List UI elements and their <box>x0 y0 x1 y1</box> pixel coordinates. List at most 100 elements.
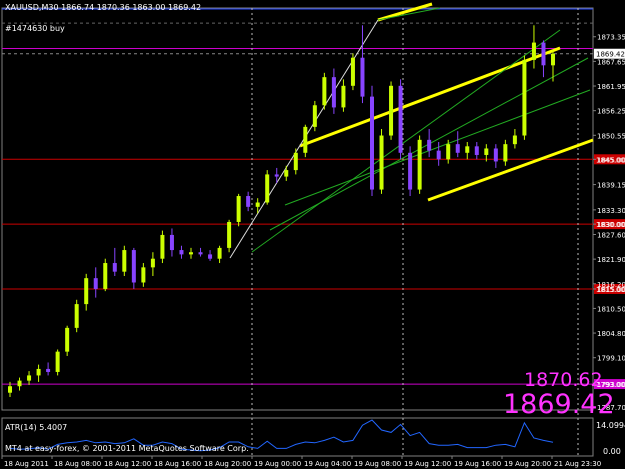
x-tick-label: 19 Aug 16:00 <box>454 460 501 468</box>
candle-body <box>36 368 41 376</box>
x-tick-label: 21 Aug 23:30 <box>554 460 601 468</box>
x-tick-label: 18 Aug 20:00 <box>204 460 251 468</box>
y-tick-label: 1799.10 <box>597 355 625 363</box>
candle-body <box>341 85 346 108</box>
candle-body <box>417 139 422 190</box>
candle-body <box>179 250 184 255</box>
candle-body <box>27 375 32 381</box>
candle-body <box>531 42 536 60</box>
price-axis[interactable]: 1873.35 1867.65 1861.95 1856.25 1850.55 1845.… <box>593 34 625 412</box>
y-tick-label: 1867.65 <box>597 58 625 66</box>
x-tick-label: 19 Aug 12:00 <box>404 460 451 468</box>
order-label: #1474630 buy <box>5 24 65 33</box>
y-tick-label: 1861.95 <box>597 83 625 91</box>
candle-body <box>198 252 203 255</box>
x-tick-label: 19 Aug 04:00 <box>304 460 351 468</box>
candle-body <box>427 139 432 151</box>
candle-body <box>236 196 241 222</box>
candle-body <box>169 234 174 251</box>
y-tick-label: 1833.30 <box>597 207 625 215</box>
candle-body <box>160 234 165 259</box>
candle-body <box>322 77 327 106</box>
candle-body <box>284 170 289 177</box>
x-tick-label: 18 Aug 08:00 <box>54 460 101 468</box>
y-tick-label: 1873.35 <box>597 34 625 42</box>
candle-body <box>455 144 460 153</box>
candle-body <box>74 304 79 328</box>
candle-body <box>436 150 441 160</box>
big-price-lower: 1869.42 <box>503 389 615 420</box>
candle-body <box>8 386 12 393</box>
candle-body <box>379 135 384 190</box>
candle-body <box>189 252 193 255</box>
candle-body <box>227 221 232 248</box>
candle-body <box>217 247 222 259</box>
candle-body <box>103 263 108 289</box>
candle-body <box>551 53 555 66</box>
candle-body <box>331 77 336 108</box>
y-tick-label: 1845.00 <box>597 156 625 164</box>
y-tick-label: 1815.00 <box>597 286 625 294</box>
candle-body <box>446 144 451 160</box>
time-axis[interactable]: 18 Aug 2011 18 Aug 08:00 18 Aug 12:00 18 Au… <box>1 456 601 468</box>
x-tick-label: 18 Aug 16:00 <box>154 460 201 468</box>
candle-body <box>84 278 89 305</box>
y-tick-label: 1810.50 <box>597 305 625 313</box>
candle-body <box>389 85 394 136</box>
candle-body <box>246 196 251 207</box>
y-tick-label: 1827.60 <box>597 232 625 240</box>
candle-body <box>55 351 60 372</box>
current-price-label: 1869.42 <box>596 51 625 59</box>
candle-body <box>512 135 517 145</box>
candle-body <box>274 174 279 177</box>
candle-body <box>141 267 146 283</box>
channel-top-segment <box>377 2 433 22</box>
candle-body <box>493 148 498 162</box>
candle-body <box>255 202 260 207</box>
candle-body <box>122 250 127 272</box>
candle-body <box>484 148 489 155</box>
candle-body <box>541 42 546 66</box>
candle-body <box>17 380 22 387</box>
candle-body <box>293 152 298 171</box>
candle-body <box>46 368 51 372</box>
y-tick-label: 1839.15 <box>597 182 625 190</box>
y-tick-label: 1804.80 <box>597 330 625 338</box>
candle-body <box>360 57 365 97</box>
candle-body <box>398 85 403 153</box>
candle-body <box>312 105 317 127</box>
candle-body <box>408 152 413 190</box>
x-tick-label: 19 Aug 20:00 <box>504 460 551 468</box>
candle-body <box>112 263 117 272</box>
channel-upper-line <box>299 46 561 148</box>
symbol-info: XAUUSD,M30 1866.74 1870.36 1863.00 1869.… <box>5 3 202 12</box>
candle-body <box>370 96 374 190</box>
candle-body <box>474 146 479 155</box>
y-tick-label: 1821.90 <box>597 256 625 264</box>
channel-trendlines <box>229 2 594 259</box>
candle-body <box>465 146 470 153</box>
candle-body <box>131 250 136 283</box>
y-tick-label: 1856.25 <box>597 108 625 116</box>
atr-axis-top: 14.0994 <box>596 421 625 430</box>
atr-label: ATR(14) 5.4007 <box>5 423 68 432</box>
candle-body <box>522 59 527 136</box>
candle-body <box>65 327 70 352</box>
candle-body <box>350 57 355 86</box>
candle-body <box>93 278 98 289</box>
big-price-upper: 1870.62 <box>524 369 603 391</box>
y-tick-label: 1830.00 <box>597 221 625 229</box>
y-tick-label: 1850.55 <box>597 132 625 140</box>
x-tick-label: 18 Aug 2011 <box>4 460 49 468</box>
x-tick-label: 19 Aug 08:00 <box>354 460 401 468</box>
candle-body <box>150 258 155 268</box>
candle-body <box>503 144 508 162</box>
atr-axis-bottom: 0.00 <box>603 447 621 456</box>
fan-line-green-3 <box>284 89 591 206</box>
channel-lower-line <box>427 138 594 202</box>
x-tick-label: 19 Aug 00:00 <box>254 460 301 468</box>
candle-body <box>303 126 308 153</box>
copyright-text: MT4 at easy-forex, © 2001-2011 MetaQuote… <box>5 444 249 453</box>
x-tick-label: 18 Aug 12:00 <box>104 460 151 468</box>
candle-body <box>208 254 213 259</box>
